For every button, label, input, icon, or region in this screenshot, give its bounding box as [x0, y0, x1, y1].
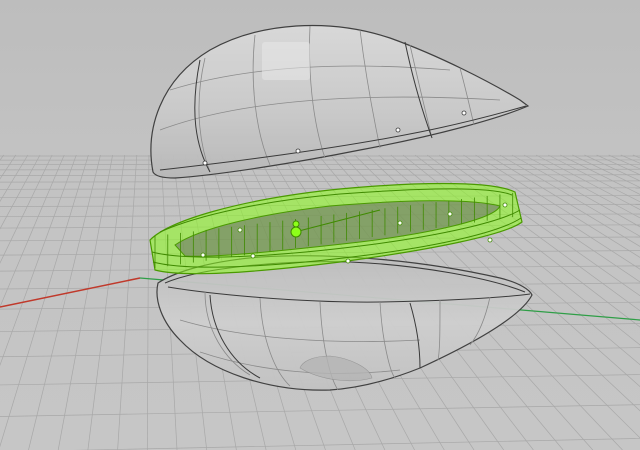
- grid-line: [0, 404, 640, 417]
- grid-line: [146, 154, 150, 450]
- upper-shell[interactable]: [150, 24, 530, 179]
- grid-line: [117, 154, 138, 450]
- x-axis-line: [0, 277, 141, 308]
- grid-line: [0, 180, 640, 183]
- viewport-scene[interactable]: [0, 0, 640, 450]
- grid-line: [57, 154, 113, 450]
- grid-line: [0, 154, 65, 308]
- grid-line: [0, 168, 640, 171]
- grid-line: [87, 154, 126, 450]
- grid-line: [0, 154, 53, 264]
- perspective-viewport[interactable]: [0, 0, 640, 450]
- grid-line: [0, 154, 17, 180]
- lower-shell[interactable]: [156, 255, 533, 391]
- grid-line: [73, 438, 640, 450]
- grid-line: [0, 154, 89, 448]
- grid-line: [28, 154, 101, 450]
